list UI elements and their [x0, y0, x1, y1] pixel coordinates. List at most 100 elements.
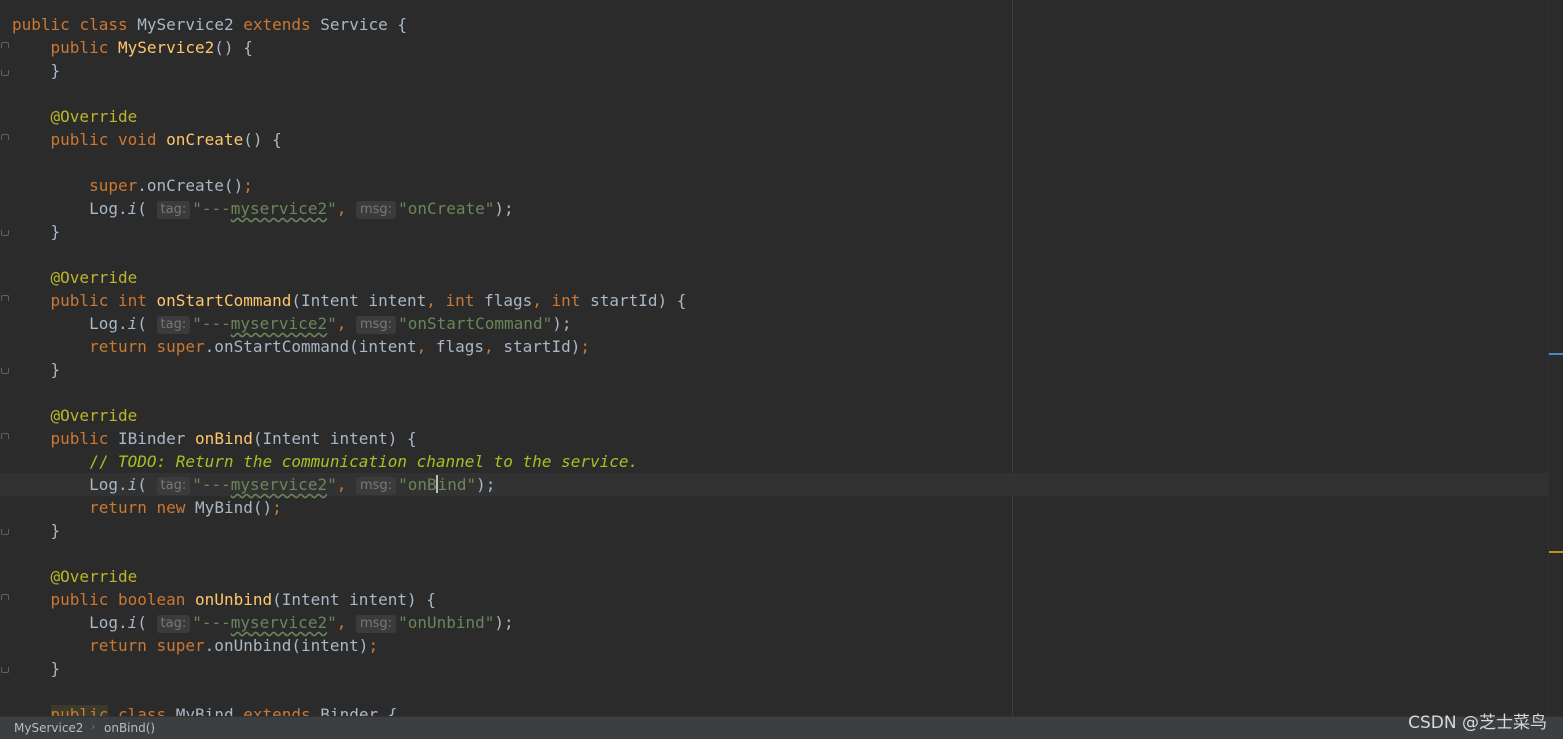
- method-call: i: [127, 475, 138, 494]
- code-text: (: [137, 314, 147, 333]
- code-line[interactable]: @Override: [12, 565, 138, 588]
- class-name: MyService2: [137, 15, 234, 34]
- string-literal: "---myservice2": [192, 199, 337, 218]
- scroll-marker-info[interactable]: [1549, 353, 1563, 355]
- brace: }: [50, 521, 61, 540]
- keyword: public: [50, 705, 109, 716]
- parameter-hint: tag:: [156, 615, 191, 633]
- typo-word: myservice2: [230, 199, 328, 218]
- string-part: "onB: [398, 475, 437, 494]
- keyword: public: [50, 429, 109, 448]
- code-line[interactable]: }: [12, 519, 61, 542]
- code-line[interactable]: @Override: [12, 105, 138, 128]
- code-editor[interactable]: public class MyService2 extends Service …: [0, 0, 1563, 716]
- code-line[interactable]: @Override: [12, 404, 138, 427]
- code-text: (Intent intent) {: [252, 429, 417, 448]
- brace: {: [387, 15, 407, 34]
- code-text: .onStartCommand(intent: [204, 337, 417, 356]
- code-line[interactable]: @Override: [12, 266, 138, 289]
- string-literal: "onStartCommand": [398, 314, 553, 333]
- annotation: @Override: [50, 406, 138, 425]
- code-line[interactable]: return super.onStartCommand(intent, flag…: [12, 335, 590, 358]
- comma: ,: [416, 337, 427, 356]
- parent-class: Binder: [320, 705, 379, 716]
- code-text: () {: [214, 38, 253, 57]
- code-line[interactable]: Log.i( tag: "---myservice2", msg: "onUnbin…: [12, 611, 514, 634]
- comma: ,: [426, 291, 436, 310]
- typo-word: myservice2: [230, 314, 328, 333]
- code-line[interactable]: }: [12, 59, 61, 82]
- keyword: new: [156, 498, 186, 517]
- breadcrumb-class[interactable]: MyService2: [14, 721, 83, 735]
- comma: ,: [336, 475, 347, 494]
- fold-open-icon[interactable]: [1, 295, 9, 301]
- fold-open-icon[interactable]: [1, 594, 9, 600]
- code-text: Log.: [89, 199, 128, 218]
- code-line-current[interactable]: Log.i( tag: "---myservice2", msg: "onBind"…: [0, 473, 1552, 496]
- class-name: MyBind: [175, 705, 234, 716]
- code-line[interactable]: public class MyService2 extends Service …: [12, 13, 407, 36]
- vertical-scrollbar[interactable]: [1548, 0, 1563, 716]
- brace: {: [378, 705, 398, 716]
- fold-open-icon[interactable]: [1, 42, 9, 48]
- string-literal: "onUnbind": [398, 613, 495, 632]
- code-line[interactable]: }: [12, 220, 61, 243]
- method-name: onBind: [195, 429, 253, 448]
- fold-close-icon[interactable]: [1, 230, 9, 236]
- code-text: .onCreate(): [137, 176, 244, 195]
- keyword: return: [89, 337, 147, 356]
- code-line[interactable]: public void onCreate() {: [12, 128, 282, 151]
- code-line[interactable]: return new MyBind();: [12, 496, 282, 519]
- method-name: onUnbind: [195, 590, 273, 609]
- keyword: super: [156, 636, 205, 655]
- code-line[interactable]: Log.i( tag: "---myservice2", msg: "onStart…: [12, 312, 571, 335]
- fold-close-icon[interactable]: [1, 667, 9, 673]
- code-text: Log.: [89, 475, 128, 494]
- parameter-hint: msg:: [356, 477, 397, 495]
- string-part: "---: [192, 613, 231, 632]
- keyword: boolean: [117, 590, 186, 609]
- parameter-hint: msg:: [356, 316, 397, 334]
- code-text: flags: [484, 291, 533, 310]
- fold-close-icon[interactable]: [1, 70, 9, 76]
- semicolon: ;: [368, 636, 379, 655]
- fold-open-icon[interactable]: [1, 134, 9, 140]
- code-line[interactable]: }: [12, 358, 61, 381]
- fold-open-icon[interactable]: [1, 433, 9, 439]
- keyword: return: [89, 498, 147, 517]
- method-call: i: [127, 199, 138, 218]
- code-text: startId) {: [590, 291, 687, 310]
- code-line[interactable]: super.onCreate();: [12, 174, 253, 197]
- code-text: (Intent intent) {: [272, 590, 436, 609]
- fold-close-icon[interactable]: [1, 529, 9, 535]
- code-line[interactable]: public MyService2() {: [12, 36, 253, 59]
- watermark: CSDN @芝士菜鸟: [1408, 713, 1547, 733]
- brace: }: [50, 360, 61, 379]
- scroll-marker-warning[interactable]: [1549, 551, 1563, 553]
- code-line[interactable]: return super.onUnbind(intent);: [12, 634, 378, 657]
- editor-gutter: [0, 0, 12, 716]
- code-line[interactable]: // TODO: Return the communication channe…: [12, 450, 638, 473]
- keyword: public: [50, 590, 109, 609]
- comma: ,: [336, 314, 347, 333]
- string-part: ": [327, 314, 337, 333]
- typo-word: myservice2: [230, 613, 328, 632]
- breadcrumb-method[interactable]: onBind(): [104, 721, 155, 735]
- todo-comment: TODO: Return the communication channel t…: [117, 452, 639, 471]
- brace: }: [50, 61, 61, 80]
- fold-close-icon[interactable]: [1, 368, 9, 374]
- method-call: i: [127, 613, 138, 632]
- code-line[interactable]: public boolean onUnbind(Intent intent) {: [12, 588, 436, 611]
- string-part: "---: [192, 314, 231, 333]
- string-literal: "---myservice2": [192, 314, 337, 333]
- keyword: return: [89, 636, 147, 655]
- code-line[interactable]: public IBinder onBind(Intent intent) {: [12, 427, 417, 450]
- code-line[interactable]: public int onStartCommand(Intent intent,…: [12, 289, 687, 312]
- code-text: );: [476, 475, 496, 494]
- comma: ,: [532, 291, 542, 310]
- code-line[interactable]: }: [12, 657, 61, 680]
- code-line[interactable]: public class MyBind extends Binder {: [12, 703, 397, 716]
- brace: }: [50, 659, 61, 678]
- code-line[interactable]: Log.i( tag: "---myservice2", msg: "onCreat…: [12, 197, 514, 220]
- right-margin-guide: [1012, 0, 1013, 716]
